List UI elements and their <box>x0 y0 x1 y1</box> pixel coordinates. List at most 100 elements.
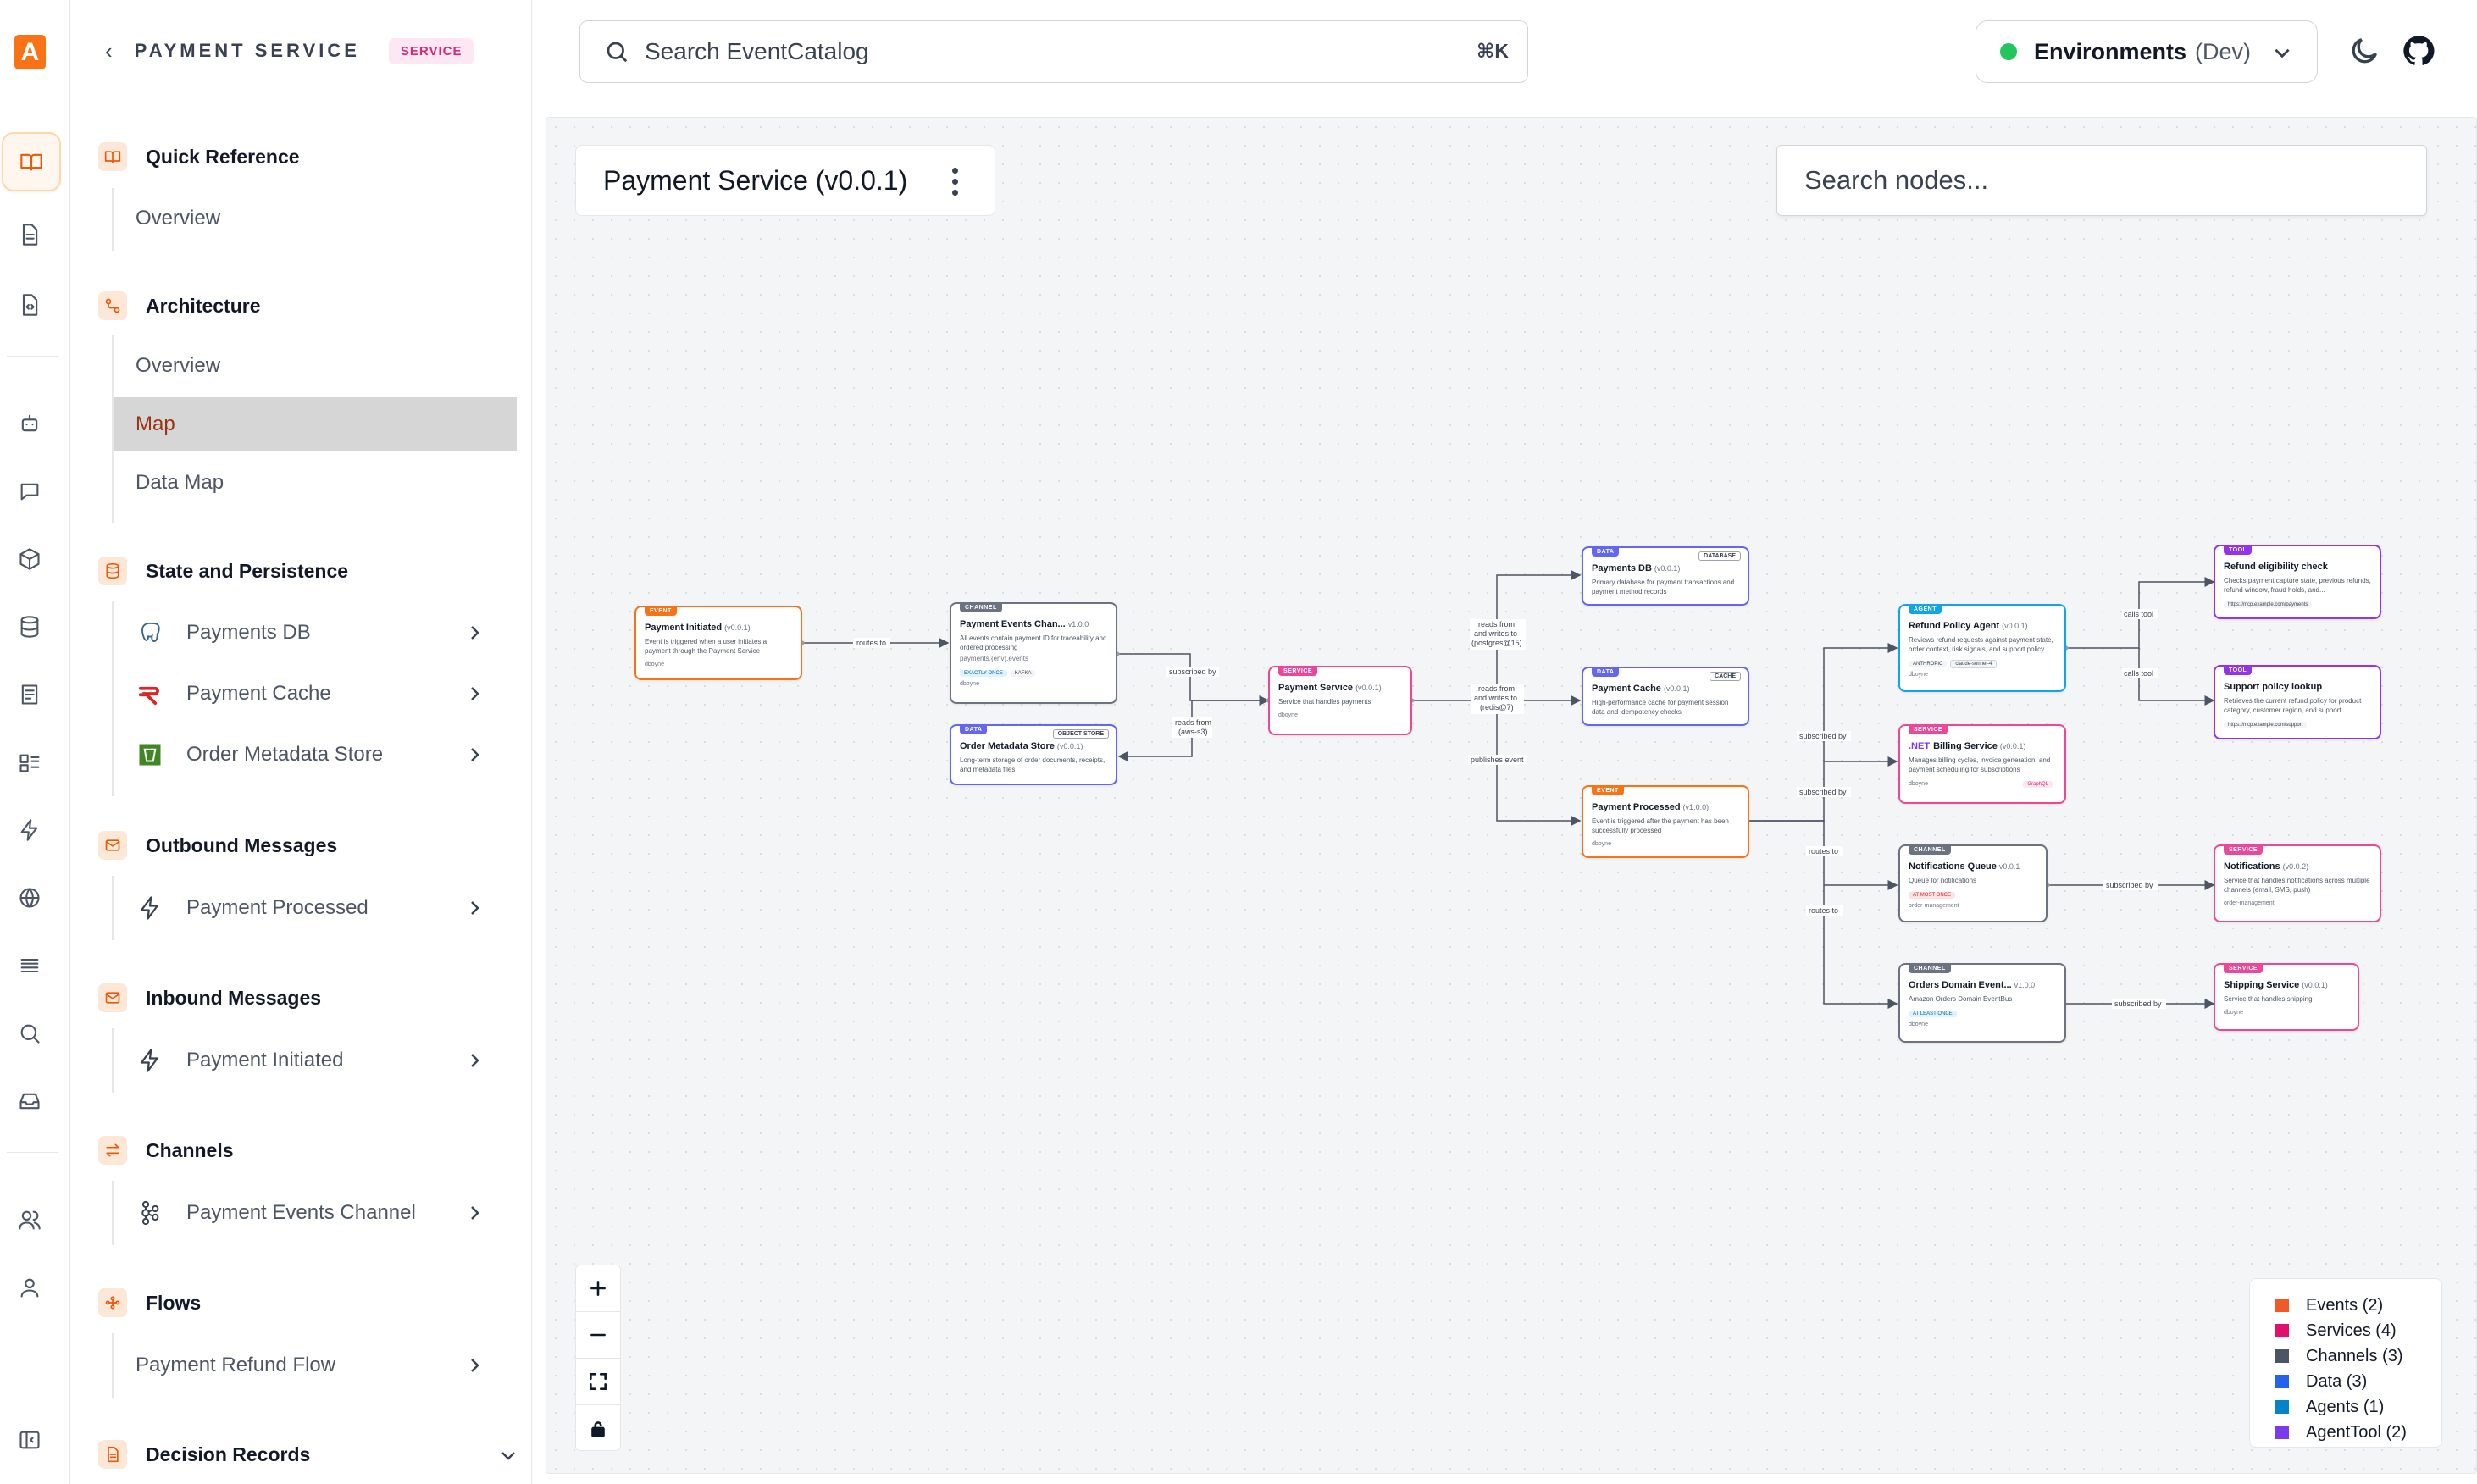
node-order-metadata-store[interactable]: DATA OBJECT STORE Order Metadata Store (v… <box>950 724 1117 785</box>
chevron-right-icon[interactable] <box>464 898 485 918</box>
sidebar-item-payment-cache[interactable]: Payment Cache <box>114 667 517 721</box>
moon-icon[interactable] <box>2347 34 2381 68</box>
section-label: Inbound Messages <box>146 986 322 1009</box>
node-payment-service[interactable]: SERVICE Payment Service (v0.0.1) Service … <box>1268 666 1412 735</box>
protocol-pill: KAFKA <box>1010 670 1036 677</box>
legend-item-agent-tools[interactable]: AgentTool (2) <box>2275 1420 2441 1445</box>
bot-icon[interactable] <box>0 394 59 453</box>
zoom-in-button[interactable] <box>576 1265 620 1312</box>
section-label: Decision Records <box>146 1442 311 1465</box>
environment-selector[interactable]: Environments (Dev) <box>1976 20 2318 83</box>
sidebar-item-order-metadata-store[interactable]: Order Metadata Store <box>114 728 517 782</box>
chevron-right-icon[interactable] <box>464 684 485 704</box>
node-owner: dboyne <box>1909 672 1928 678</box>
section-flows: Flows <box>98 1288 201 1317</box>
node-version: (v0.0.1) <box>1663 684 1690 693</box>
sidebar-item-data-map[interactable]: Data Map <box>114 456 517 510</box>
more-options-icon[interactable] <box>952 168 961 201</box>
layout-icon[interactable] <box>0 734 59 793</box>
section-architecture: Architecture <box>98 291 260 320</box>
legend-item-events[interactable]: Events (2) <box>2275 1293 2441 1318</box>
node-support-policy-lookup[interactable]: TOOL Support policy lookup Retrieves the… <box>2214 665 2381 739</box>
node-payment-events-channel[interactable]: CHANNEL Payment Events Chan... v1.0.0 All… <box>950 602 1117 704</box>
node-billing-service[interactable]: SERVICE .NET Billing Service (v0.0.1) Mana… <box>1898 724 2066 804</box>
file-icon[interactable] <box>0 205 59 264</box>
eventcatalog-logo[interactable]: A <box>14 35 46 69</box>
node-payment-processed[interactable]: EVENT Payment Processed (v1.0.0) Event is… <box>1582 785 1749 858</box>
sidebar-item-payment-events-channel[interactable]: Payment Events Channel <box>114 1186 517 1240</box>
global-search-input[interactable]: Search EventCatalog ⌘K <box>579 20 1528 83</box>
back-chevron-icon[interactable]: ‹ <box>105 38 113 64</box>
section-decision-records[interactable]: Decision Records <box>98 1440 518 1469</box>
node-notifications-queue[interactable]: CHANNEL Notifications Queue v0.0.1 Queue … <box>1898 844 2048 922</box>
tool-url: https://mcp.example.com/support <box>2224 722 2308 728</box>
database-icon[interactable] <box>0 597 59 656</box>
service-title[interactable]: PAYMENT SERVICE <box>135 40 360 62</box>
stack-icon[interactable] <box>0 936 59 995</box>
sidebar-item-payment-initiated[interactable]: Payment Initiated <box>114 1033 517 1088</box>
chevron-right-icon[interactable] <box>464 1203 485 1223</box>
legend-item-services[interactable]: Services (4) <box>2275 1318 2441 1343</box>
legend-swatch <box>2275 1400 2289 1414</box>
sidebar-item-arch-overview[interactable]: Overview <box>114 339 517 393</box>
node-payment-cache[interactable]: DATA CACHE Payment Cache (v0.0.1) High-pe… <box>1582 667 1749 726</box>
chevron-down-icon[interactable] <box>498 1445 518 1465</box>
sidebar-item-payment-refund-flow[interactable]: Payment Refund Flow <box>114 1338 517 1393</box>
sidebar-item-payments-db[interactable]: Payments DB <box>114 606 517 660</box>
node-type-tag: TOOL <box>2224 546 2253 555</box>
search-icon[interactable] <box>0 1004 59 1063</box>
lock-button[interactable] <box>576 1405 620 1452</box>
node-shipping-service[interactable]: SERVICE Shipping Service (v0.0.1) Service… <box>2214 963 2359 1031</box>
node-search-input[interactable]: Search nodes... <box>1776 145 2427 216</box>
legend-item-data[interactable]: Data (3) <box>2275 1369 2441 1394</box>
node-refund-policy-agent[interactable]: AGENT Refund Policy Agent (v0.0.1) Review… <box>1898 604 2066 692</box>
cube-icon[interactable] <box>0 529 59 589</box>
zoom-out-button[interactable] <box>576 1312 620 1359</box>
docs-icon[interactable] <box>2 132 61 191</box>
chevron-down-icon <box>2275 48 2290 58</box>
node-refund-eligibility-check[interactable]: TOOL Refund eligibility check Checks pay… <box>2214 545 2381 619</box>
legend-item-agents[interactable]: Agents (1) <box>2275 1394 2441 1420</box>
node-description: Checks payment capture state, previous r… <box>2224 577 2371 594</box>
edge-label-publishes-event: publishes event <box>1471 756 1524 764</box>
map-edges: routes to subscribed by reads from (aws-… <box>800 570 2215 1009</box>
inbox-icon[interactable] <box>0 1071 59 1131</box>
user-icon[interactable] <box>0 1258 59 1317</box>
sidebar-item-quick-overview[interactable]: Overview <box>114 191 517 246</box>
edge-label-subscribed-by: subscribed by <box>1799 788 1847 796</box>
bolt-icon[interactable] <box>0 800 59 860</box>
legend-item-channels[interactable]: Channels (3) <box>2275 1343 2441 1369</box>
chevron-right-icon[interactable] <box>464 745 485 765</box>
node-orders-domain-eventbus[interactable]: CHANNEL Orders Domain Event... v1.0.0 Ama… <box>1898 963 2066 1043</box>
item-label: Payment Processed <box>186 896 369 919</box>
node-payment-initiated[interactable]: EVENT Payment Initiated (v0.0.1) Event is… <box>634 606 802 680</box>
legend-label: Data (3) <box>2306 1371 2368 1391</box>
github-icon[interactable] <box>2402 34 2435 68</box>
architecture-map-canvas[interactable]: routes to subscribed by reads from (aws-… <box>546 117 2477 1474</box>
list-icon[interactable] <box>0 665 59 724</box>
chevron-right-icon[interactable] <box>464 1050 485 1071</box>
fit-view-button[interactable] <box>576 1359 620 1405</box>
node-version: (v1.0.0) <box>1682 803 1710 811</box>
chat-icon[interactable] <box>0 462 59 521</box>
node-type-tag: EVENT <box>645 607 677 616</box>
node-type-tag: EVENT <box>1592 787 1624 795</box>
code-file-icon[interactable] <box>0 275 59 335</box>
users-icon[interactable] <box>0 1190 59 1249</box>
node-owner: order-management <box>2224 900 2275 906</box>
chevron-right-icon[interactable] <box>464 623 485 643</box>
section-inbound-messages: Inbound Messages <box>98 983 321 1012</box>
node-name: Notifications Queue <box>1909 861 1997 872</box>
panel-collapse-icon[interactable] <box>0 1410 59 1470</box>
channel-address: payments.{env}.events <box>960 655 1028 662</box>
node-type-tag: SERVICE <box>1278 667 1318 676</box>
sidebar-item-map[interactable]: Map <box>114 397 517 451</box>
node-payments-db[interactable]: DATA DATABASE Payments DB (v0.0.1) Primar… <box>1582 546 1749 606</box>
search-icon <box>607 42 628 63</box>
node-notifications[interactable]: SERVICE Notifications (v0.0.2) Service th… <box>2214 844 2381 922</box>
item-label: Overview <box>136 207 221 230</box>
s3-bucket-icon <box>136 740 164 769</box>
sidebar-item-payment-processed[interactable]: Payment Processed <box>114 881 517 935</box>
chevron-right-icon[interactable] <box>464 1355 485 1376</box>
globe-icon[interactable] <box>0 868 59 928</box>
